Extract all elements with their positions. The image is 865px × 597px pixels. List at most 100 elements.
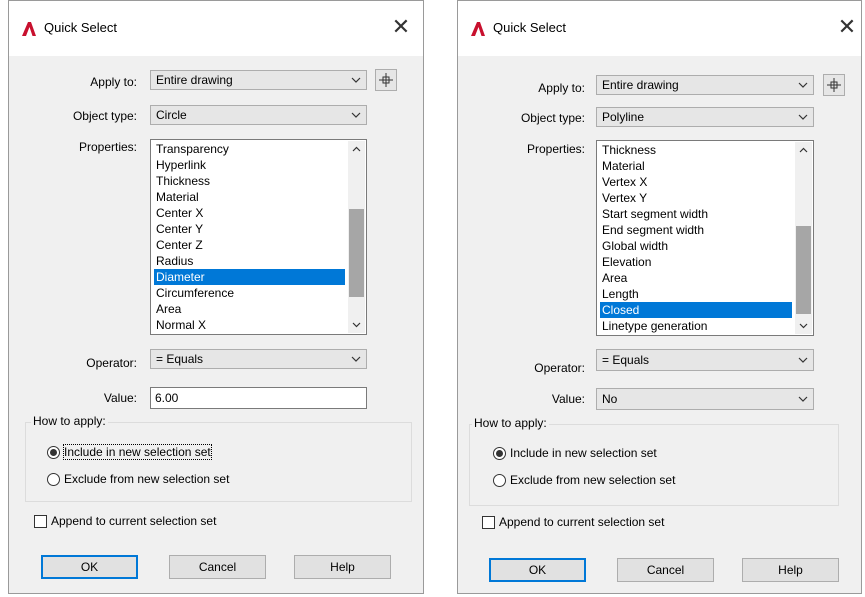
include-option-label[interactable]: Include in new selection set: [63, 444, 212, 460]
property-item[interactable]: Length: [600, 286, 792, 302]
property-item[interactable]: Center X: [154, 205, 345, 221]
chevron-down-icon: [798, 357, 808, 363]
property-item[interactable]: Center Z: [154, 237, 345, 253]
apply-to-dropdown[interactable]: Entire drawing: [596, 75, 814, 95]
operator-label: Operator:: [86, 356, 137, 370]
properties-scrollbar[interactable]: [795, 142, 812, 334]
apply-to-label: Apply to:: [538, 81, 585, 95]
scroll-up-icon[interactable]: [795, 142, 812, 159]
radio-selected-dot: [50, 449, 57, 456]
properties-label: Properties:: [526, 142, 585, 156]
exclude-option-label[interactable]: Exclude from new selection set: [510, 473, 675, 487]
property-item[interactable]: Vertex Y: [600, 190, 792, 206]
property-item[interactable]: Thickness: [154, 173, 345, 189]
quick-select-dialog-polyline: Quick Select ✕ Apply to: Entire drawing …: [457, 0, 862, 594]
property-item[interactable]: Area: [600, 270, 792, 286]
crosshair-pick-icon: [379, 73, 393, 87]
select-objects-button[interactable]: [375, 69, 397, 91]
property-item[interactable]: Closed: [600, 302, 792, 318]
property-item[interactable]: Vertex X: [600, 174, 792, 190]
how-to-apply-label: How to apply:: [472, 416, 549, 430]
append-option-label[interactable]: Append to current selection set: [499, 515, 664, 529]
properties-scrollbar[interactable]: [348, 141, 365, 333]
value-label: Value:: [103, 391, 137, 405]
autocad-logo-icon: [22, 22, 36, 36]
dialog-title: Quick Select: [493, 20, 566, 35]
properties-items: Thickness Material Vertex X Vertex Y Start s…: [600, 142, 792, 334]
property-item[interactable]: Circumference: [154, 285, 345, 301]
property-item[interactable]: Radius: [154, 253, 345, 269]
property-item[interactable]: Material: [600, 158, 792, 174]
chevron-down-icon: [798, 396, 808, 402]
include-radio[interactable]: [47, 446, 60, 459]
properties-list[interactable]: Transparency Hyperlink Thickness Material Ce…: [150, 139, 367, 335]
title-bar: Quick Select ✕: [458, 1, 861, 56]
exclude-radio[interactable]: [493, 474, 506, 487]
value-label: Value:: [551, 392, 585, 406]
property-item[interactable]: Area: [154, 301, 345, 317]
property-item[interactable]: Transparency: [154, 141, 345, 157]
ok-button[interactable]: OK: [489, 558, 586, 582]
scroll-up-icon[interactable]: [348, 141, 365, 158]
value-input[interactable]: 6.00: [150, 387, 367, 409]
object-type-value: Polyline: [602, 110, 645, 124]
autocad-logo-icon: [471, 22, 485, 36]
property-item[interactable]: Center Y: [154, 221, 345, 237]
operator-dropdown[interactable]: = Equals: [150, 349, 367, 369]
close-button[interactable]: ✕: [387, 15, 415, 39]
operator-value: = Equals: [602, 353, 650, 367]
scroll-down-icon[interactable]: [348, 316, 365, 333]
property-item[interactable]: Thickness: [600, 142, 792, 158]
property-item[interactable]: End segment width: [600, 222, 792, 238]
apply-to-value: Entire drawing: [156, 73, 233, 87]
apply-to-dropdown[interactable]: Entire drawing: [150, 70, 367, 90]
scroll-down-icon[interactable]: [795, 317, 812, 334]
chevron-down-icon: [351, 77, 361, 83]
cancel-button[interactable]: Cancel: [169, 555, 266, 579]
operator-dropdown[interactable]: = Equals: [596, 349, 814, 371]
property-item[interactable]: Elevation: [600, 254, 792, 270]
object-type-dropdown[interactable]: Polyline: [596, 107, 814, 127]
property-item[interactable]: Global width: [600, 238, 792, 254]
crosshair-pick-icon: [827, 78, 841, 92]
property-item[interactable]: Material: [154, 189, 345, 205]
cancel-button[interactable]: Cancel: [617, 558, 714, 582]
value-dropdown[interactable]: No: [596, 388, 814, 410]
operator-value: = Equals: [156, 352, 204, 366]
properties-label: Properties:: [78, 140, 137, 154]
object-type-label: Object type:: [520, 111, 585, 125]
append-option-label[interactable]: Append to current selection set: [51, 514, 216, 528]
property-item[interactable]: Linetype generation: [600, 318, 792, 334]
property-item[interactable]: Normal X: [154, 317, 345, 333]
append-checkbox[interactable]: [34, 515, 47, 528]
ok-button[interactable]: OK: [41, 555, 138, 579]
properties-list[interactable]: Thickness Material Vertex X Vertex Y Start s…: [596, 140, 814, 336]
object-type-label: Object type:: [72, 109, 137, 123]
chevron-down-icon: [798, 114, 808, 120]
object-type-value: Circle: [156, 108, 187, 122]
scrollbar-thumb[interactable]: [796, 226, 811, 314]
radio-selected-dot: [496, 450, 503, 457]
title-bar: Quick Select ✕: [9, 1, 423, 56]
chevron-down-icon: [351, 112, 361, 118]
help-button[interactable]: Help: [294, 555, 391, 579]
scrollbar-thumb[interactable]: [349, 209, 364, 297]
how-to-apply-group: [25, 422, 412, 502]
object-type-dropdown[interactable]: Circle: [150, 105, 367, 125]
exclude-radio[interactable]: [47, 473, 60, 486]
property-item[interactable]: Diameter: [154, 269, 345, 285]
select-objects-button[interactable]: [823, 74, 845, 96]
include-radio[interactable]: [493, 447, 506, 460]
property-item[interactable]: Hyperlink: [154, 157, 345, 173]
include-option-label[interactable]: Include in new selection set: [510, 446, 657, 460]
apply-to-label: Apply to:: [90, 75, 137, 89]
quick-select-dialog-circle: Quick Select ✕ Apply to: Entire drawing …: [8, 0, 424, 594]
how-to-apply-group: [469, 424, 839, 506]
properties-items: Transparency Hyperlink Thickness Material Ce…: [154, 141, 345, 333]
property-item[interactable]: Start segment width: [600, 206, 792, 222]
exclude-option-label[interactable]: Exclude from new selection set: [64, 472, 229, 486]
close-button[interactable]: ✕: [833, 15, 861, 39]
help-button[interactable]: Help: [742, 558, 839, 582]
apply-to-value: Entire drawing: [602, 78, 679, 92]
append-checkbox[interactable]: [482, 516, 495, 529]
